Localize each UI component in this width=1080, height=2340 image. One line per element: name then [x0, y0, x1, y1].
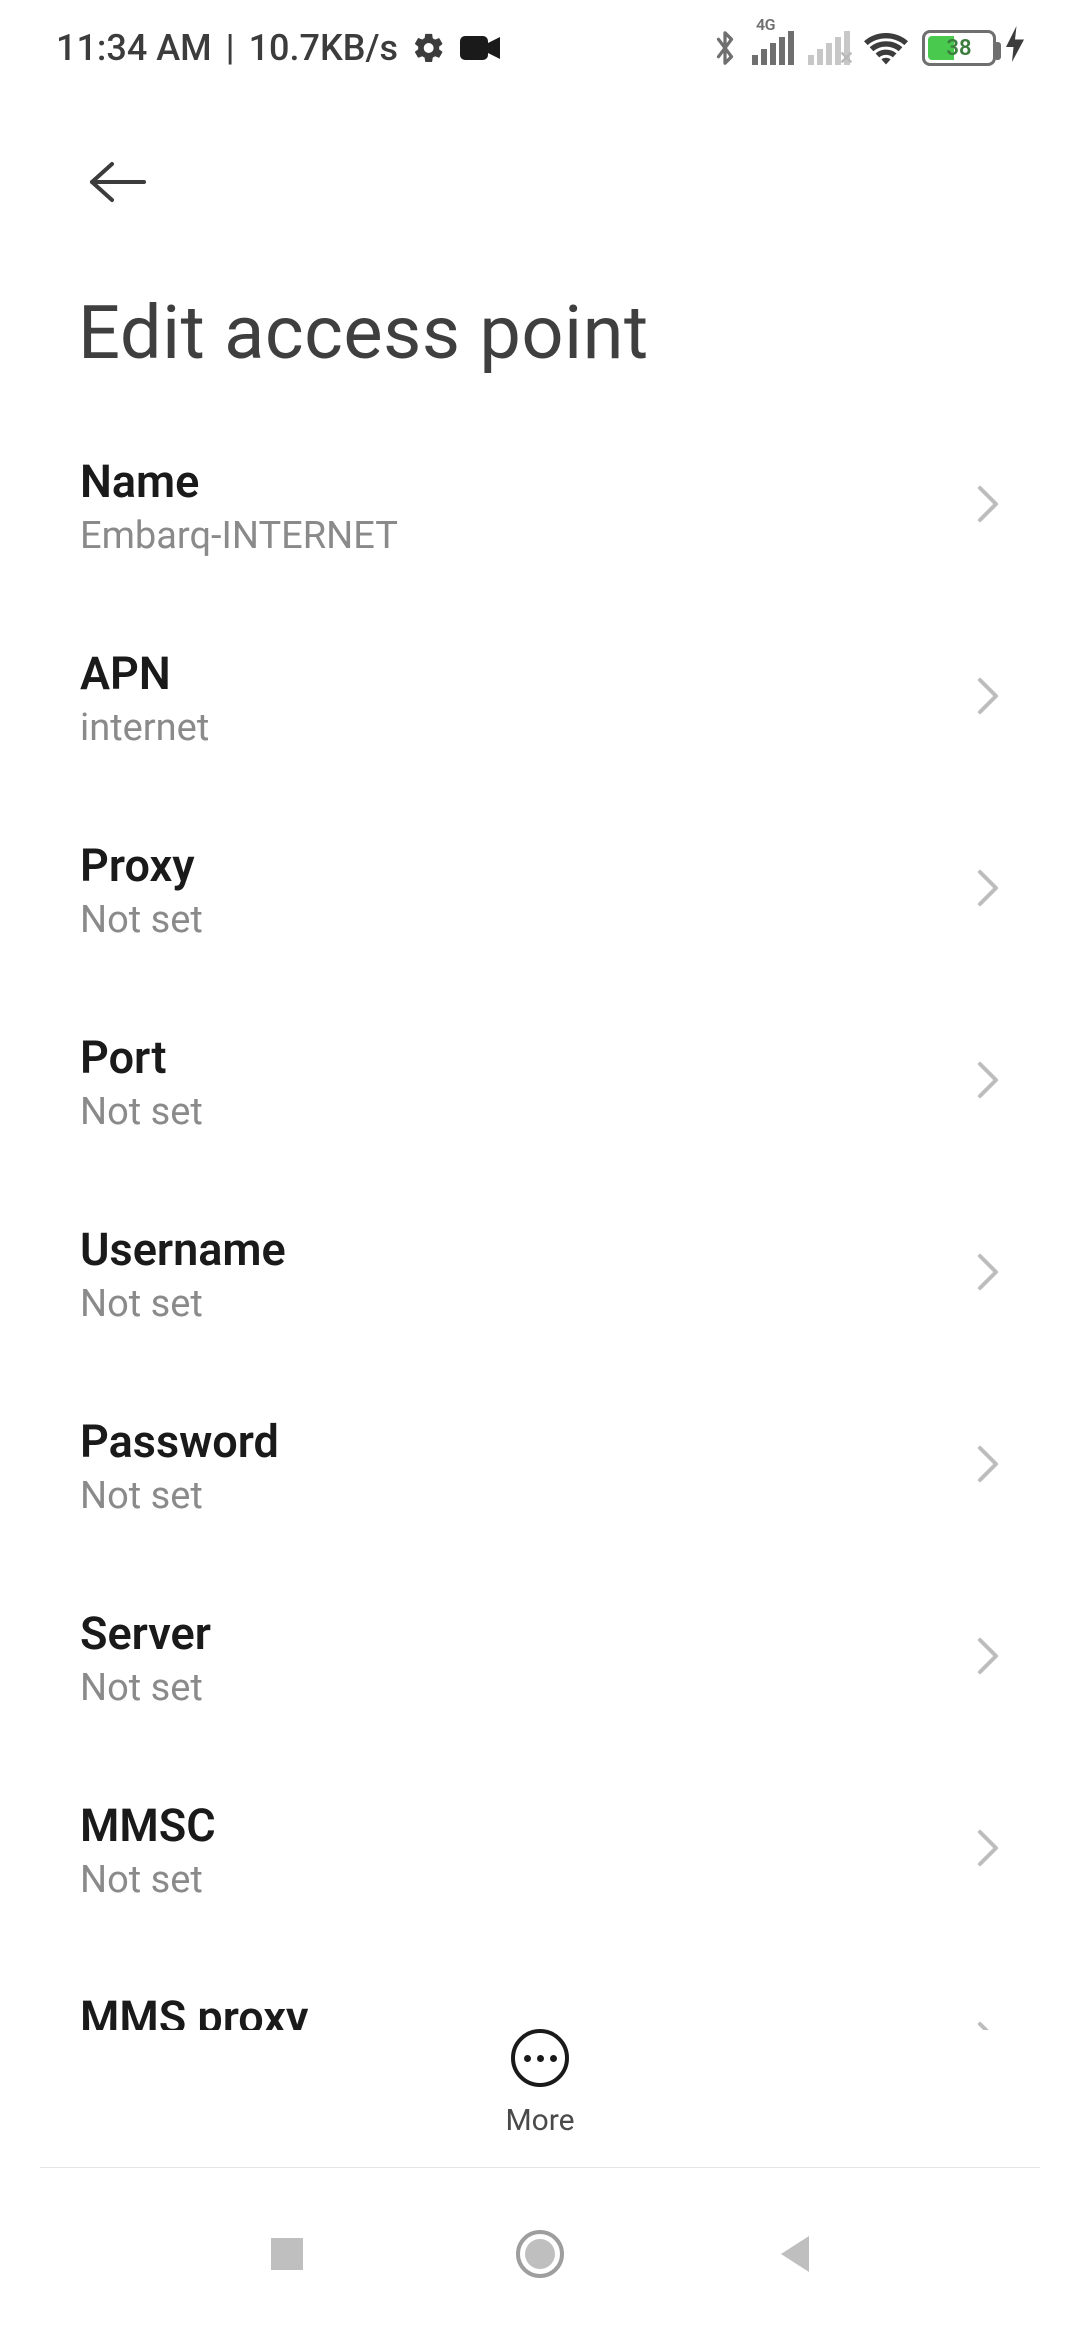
setting-text-block: Server Not set [80, 1607, 211, 1710]
setting-text-block: MMS proxy Not set [80, 1991, 308, 2031]
more-button[interactable]: More [0, 2029, 1080, 2138]
chevron-right-icon [976, 1828, 1000, 1872]
setting-row-username[interactable]: Username Not set [80, 1178, 1000, 1370]
more-label: More [505, 2103, 574, 2138]
setting-text-block: Proxy Not set [80, 839, 203, 942]
circle-icon [514, 2228, 566, 2280]
arrow-left-icon [88, 160, 148, 204]
status-bar: 11:34 AM | 10.7KB/s 4G [0, 0, 1080, 96]
setting-label: APN [80, 647, 209, 700]
setting-value: Not set [80, 1474, 279, 1518]
system-nav-bar [0, 2168, 1080, 2340]
chevron-right-icon [976, 1444, 1000, 1488]
setting-text-block: Username Not set [80, 1223, 286, 1326]
setting-row-server[interactable]: Server Not set [80, 1562, 1000, 1754]
battery-icon: 38 [922, 30, 996, 66]
setting-value: Not set [80, 1858, 216, 1902]
settings-list: Name Embarq-INTERNET APN internet Proxy … [0, 410, 1080, 2030]
setting-label: Name [80, 455, 398, 508]
nav-recents-button[interactable] [255, 2222, 319, 2286]
setting-text-block: Port Not set [80, 1031, 203, 1134]
setting-value: Not set [80, 898, 203, 942]
signal-no-service-x-icon: ✕ [839, 48, 854, 69]
chevron-right-icon [976, 676, 1000, 720]
more-dots-icon [511, 2029, 569, 2087]
signal-sim1-icon: 4G [752, 31, 794, 65]
status-network-speed: 10.7KB/s [249, 27, 398, 69]
chevron-right-icon [976, 1252, 1000, 1296]
back-button[interactable] [82, 146, 154, 218]
status-separator: | [226, 27, 235, 69]
setting-label: Password [80, 1415, 279, 1468]
setting-label: MMS proxy [80, 1991, 308, 2031]
gear-icon [412, 31, 446, 65]
chevron-right-icon [976, 484, 1000, 528]
signal-sim2-icon: ✕ [808, 31, 850, 65]
setting-row-proxy[interactable]: Proxy Not set [80, 794, 1000, 986]
setting-label: Server [80, 1607, 211, 1660]
battery-percentage: 38 [925, 36, 993, 61]
app-header: Edit access point [0, 116, 1080, 377]
status-time: 11:34 AM [56, 27, 212, 69]
setting-value: Not set [80, 1090, 203, 1134]
setting-label: Proxy [80, 839, 203, 892]
bluetooth-icon [712, 28, 738, 68]
status-left: 11:34 AM | 10.7KB/s [56, 27, 500, 69]
setting-text-block: Password Not set [80, 1415, 279, 1518]
setting-label: MMSC [80, 1799, 216, 1852]
chevron-right-icon [976, 868, 1000, 912]
setting-row-apn[interactable]: APN internet [80, 602, 1000, 794]
triangle-left-icon [773, 2232, 813, 2276]
setting-text-block: Name Embarq-INTERNET [80, 455, 398, 558]
setting-value: Not set [80, 1666, 211, 1710]
nav-home-button[interactable] [508, 2222, 572, 2286]
setting-row-mms-proxy[interactable]: MMS proxy Not set [80, 1946, 1000, 2030]
wifi-icon [864, 31, 908, 65]
square-icon [267, 2234, 307, 2274]
setting-row-password[interactable]: Password Not set [80, 1370, 1000, 1562]
setting-label: Port [80, 1031, 203, 1084]
chevron-right-icon [976, 1060, 1000, 1104]
page-title: Edit access point [78, 290, 1008, 377]
setting-row-mmsc[interactable]: MMSC Not set [80, 1754, 1000, 1946]
setting-value: Not set [80, 1282, 286, 1326]
nav-back-button[interactable] [761, 2222, 825, 2286]
status-right: 4G ✕ [712, 26, 1024, 70]
setting-text-block: APN internet [80, 647, 209, 750]
signal-4g-label: 4G [756, 15, 775, 34]
setting-row-port[interactable]: Port Not set [80, 986, 1000, 1178]
setting-value: Embarq-INTERNET [80, 514, 398, 558]
setting-text-block: MMSC Not set [80, 1799, 216, 1902]
setting-row-name[interactable]: Name Embarq-INTERNET [80, 410, 1000, 602]
chevron-right-icon [976, 1636, 1000, 1680]
setting-label: Username [80, 1223, 286, 1276]
charging-bolt-icon [1006, 26, 1024, 70]
setting-value: internet [80, 706, 209, 750]
video-camera-icon [460, 34, 500, 62]
